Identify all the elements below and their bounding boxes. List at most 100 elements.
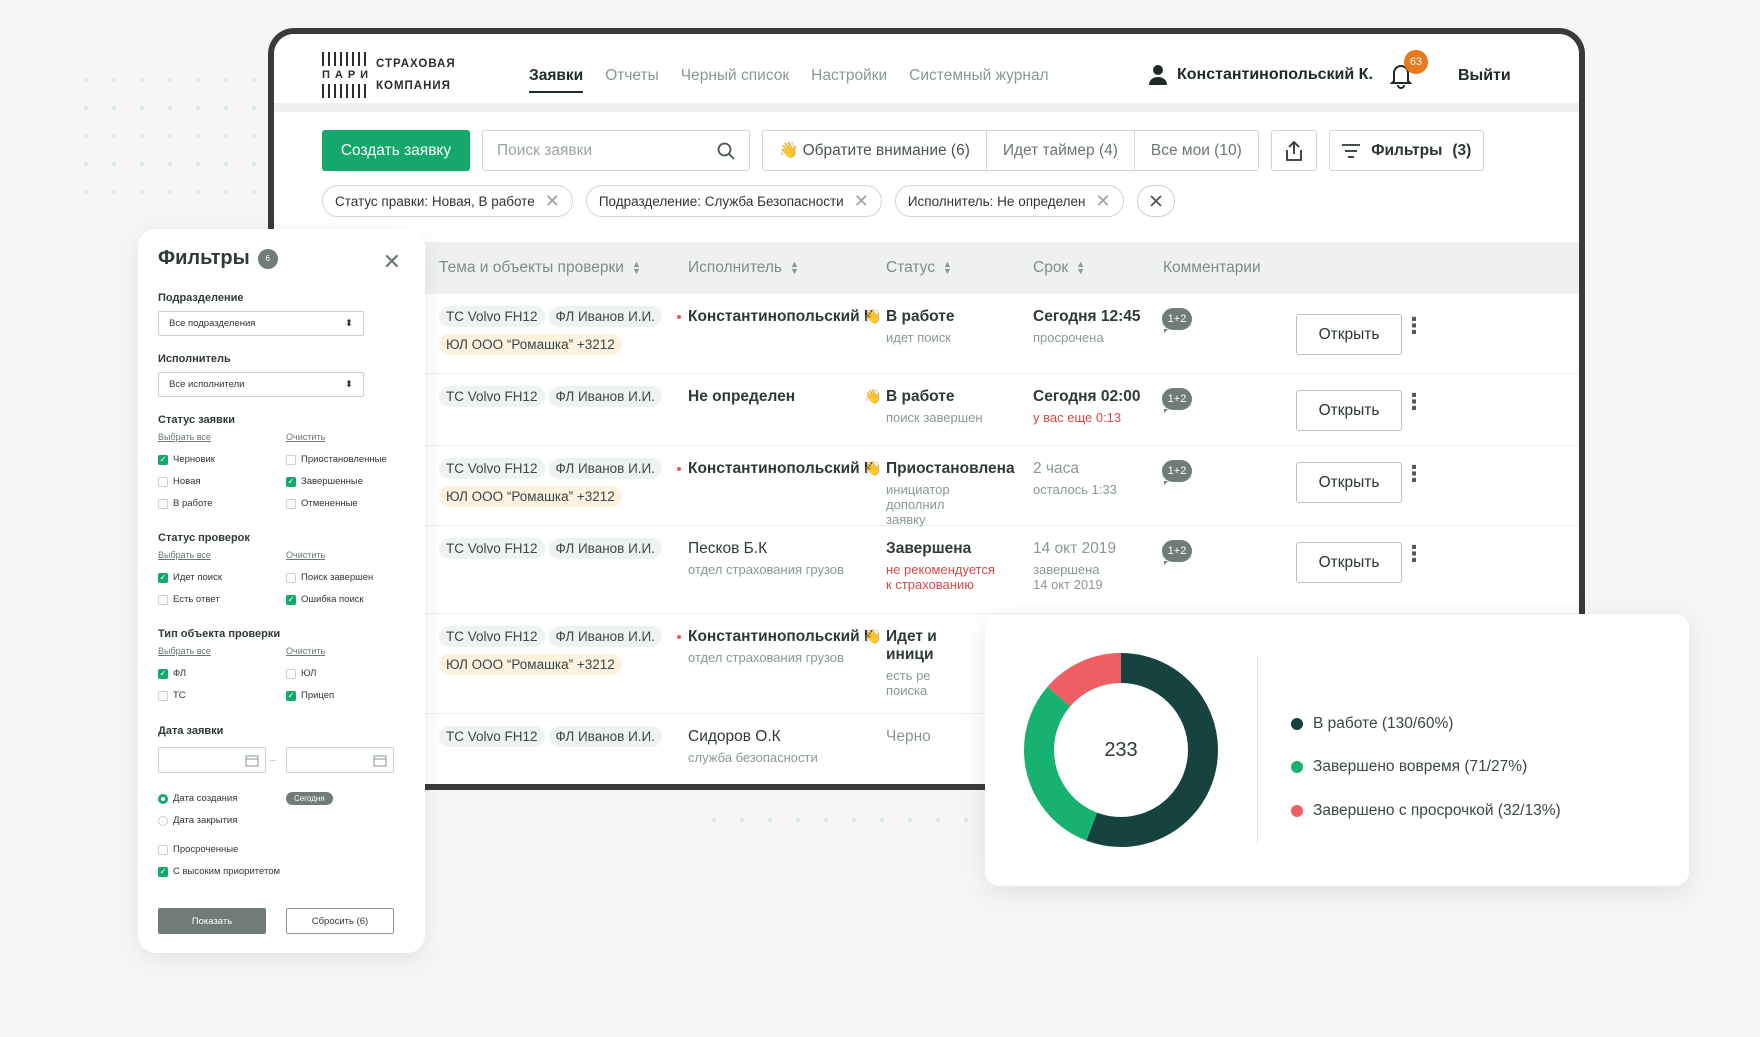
close-icon[interactable]: ✕ [383,249,401,275]
division-select[interactable]: Все подразделения ⬍ [158,311,364,336]
search-icon [717,142,735,160]
column-header-executor[interactable]: Исполнитель ▲ ▼ [688,259,799,277]
checkbox-search-error[interactable]: ✓ Ошибка поиск [286,594,364,605]
open-button[interactable]: Открыть [1296,462,1402,503]
column-header-deadline[interactable]: Срок ▲ ▼ [1033,259,1085,277]
executor-name: Песков Б.К [688,540,768,557]
more-menu-icon[interactable]: ⋮ [1403,315,1425,337]
close-icon[interactable]: ✕ [545,191,560,212]
executor-label: Исполнитель [158,353,231,365]
company-logo[interactable]: ПАРИ СТРАХОВАЯ КОМПАНИЯ [322,52,456,98]
user-name: Константинопольский К. [1177,66,1373,83]
object-tag: ФЛ Иванов И.И. [548,385,662,407]
select-all-link[interactable]: Выбрать все [158,432,211,442]
filter-chip[interactable]: Исполнитель: Не определен ✕ [894,185,1124,217]
table-row[interactable]: ТС Volvo FH12 ФЛ Иванов И.И. Песков Б.К от… [274,526,1579,614]
checkbox-overdue[interactable]: Просроченные [158,844,238,855]
checkbox-search-done[interactable]: Поиск завершен [286,572,373,583]
date-to-input[interactable] [286,747,394,773]
table-row[interactable]: ТС Volvo FH12 ФЛ Иванов И.И. ЮЛ ООО “Рома… [274,294,1579,374]
executor-name: Не определен [688,388,796,405]
tab-timer[interactable]: Идет таймер (4) [987,131,1135,170]
date-from-input[interactable] [158,747,266,773]
search-placeholder: Поиск заявки [497,141,593,159]
status-text: Приостановлена [886,460,1015,477]
table-row[interactable]: ТС Volvo FH12 ФЛ Иванов И.И. ЮЛ ООО “Рома… [274,446,1579,527]
checkbox-has-answer[interactable]: Есть ответ [158,594,220,605]
checkbox-new[interactable]: Новая [158,476,201,487]
search-input[interactable]: Поиск заявки [482,130,750,171]
decorative-dots-bottom [700,806,1000,846]
more-menu-icon[interactable]: ⋮ [1403,543,1425,565]
table-row[interactable]: ТС Volvo FH12 ФЛ Иванов И.И. Не определен… [274,374,1579,446]
comments-badge[interactable]: 1+2 [1162,540,1192,565]
logout-link[interactable]: Выйти [1458,67,1511,85]
decorative-dots-left [72,66,262,206]
more-menu-icon[interactable]: ⋮ [1403,391,1425,413]
executor-select[interactable]: Все исполнители ⬍ [158,372,364,397]
object-tag: ФЛ Иванов И.И. [548,625,662,647]
calendar-icon [245,755,259,766]
checkbox-ul[interactable]: ЮЛ [286,668,316,679]
comments-badge[interactable]: 1+2 [1162,308,1192,333]
comments-badge[interactable]: 1+2 [1162,460,1192,485]
checkbox-paused[interactable]: Приостановленные [286,454,387,465]
object-type-label: Тип объекта проверки [158,628,281,640]
select-all-link[interactable]: Выбрать все [158,550,211,560]
nav-item-system-log[interactable]: Системный журнал [909,67,1048,93]
column-header-status[interactable]: Статус ▲ ▼ [886,259,952,277]
main-nav: Заявки Отчеты Черный список Настройки Си… [529,67,1049,93]
select-all-link[interactable]: Выбрать все [158,646,211,656]
open-button[interactable]: Открыть [1296,314,1402,355]
filters-button[interactable]: Фильтры (3) [1328,130,1484,171]
clear-all-filters-button[interactable] [1136,185,1175,217]
nav-item-reports[interactable]: Отчеты [605,67,659,93]
clear-link[interactable]: Очистить [286,646,325,656]
checkbox-fl[interactable]: ✓ ФЛ [158,668,186,679]
user-profile[interactable]: Константинопольский К. [1148,64,1373,86]
checkbox-draft[interactable]: ✓ Черновик [158,454,215,465]
create-request-button[interactable]: Создать заявку [322,130,470,171]
tab-all-mine[interactable]: Все мои (10) [1135,131,1258,170]
executor-name: Константинопольский К. [677,460,878,477]
nav-item-requests[interactable]: Заявки [529,67,584,93]
top-navigation-bar: ПАРИ СТРАХОВАЯ КОМПАНИЯ Заявки Отчеты Че… [274,34,1579,112]
clear-link[interactable]: Очистить [286,550,325,560]
more-menu-icon[interactable]: ⋮ [1403,463,1425,485]
status-text: В работе [886,308,955,325]
radio-date-created[interactable]: Дата создания [158,793,237,804]
checkbox-completed[interactable]: ✓ Завершенные [286,476,363,487]
checkbox-searching[interactable]: ✓ Идет поиск [158,572,222,583]
filter-chip[interactable]: Подразделение: Служба Безопасности ✕ [585,185,882,217]
open-button[interactable]: Открыть [1296,542,1402,583]
open-button[interactable]: Открыть [1296,390,1402,431]
nav-item-settings[interactable]: Настройки [811,67,887,93]
checkbox-ts[interactable]: ТС [158,690,186,701]
object-tag: ТС Volvo FH12 [439,457,545,479]
column-header-subject[interactable]: Тема и объекты проверки ▲ ▼ [439,259,641,277]
close-icon[interactable]: ✕ [1096,191,1111,212]
notification-badge: 63 [1404,50,1428,74]
export-button[interactable] [1270,130,1317,171]
nav-item-blacklist[interactable]: Черный список [681,67,789,93]
column-header-comments: Комментарии [1163,259,1261,276]
clear-link[interactable]: Очистить [286,432,325,442]
checkbox-trailer[interactable]: ✓ Прицеп [286,690,334,701]
quick-filter-segment: 👋 Обратите внимание (6) Идет таймер (4) … [762,130,1259,171]
deadline: 14 окт 2019 [1033,540,1117,557]
today-button[interactable]: Сегодня [286,792,333,805]
checkbox-in-work[interactable]: В работе [158,498,213,509]
close-icon[interactable]: ✕ [854,191,869,212]
sort-arrows-icon: ⬍ [345,318,353,329]
reset-button[interactable]: Сбросить (6) [286,908,394,934]
comments-badge[interactable]: 1+2 [1162,388,1192,413]
filter-chip[interactable]: Статус правки: Новая, В работе ✕ [322,185,573,217]
tab-attention[interactable]: 👋 Обратите внимание (6) [763,131,987,170]
checkbox-high-priority[interactable]: ✓ С высоким приоритетом [158,866,280,877]
checkbox-cancelled[interactable]: Отмененные [286,498,358,509]
object-tag: ФЛ Иванов И.И. [548,305,662,327]
show-button[interactable]: Показать [158,908,266,934]
toolbar: Создать заявку Поиск заявки 👋 Обратите в… [322,130,1484,171]
radio-date-closed[interactable]: Дата закрытия [158,815,237,826]
logo-mark: ПАРИ [322,52,368,98]
